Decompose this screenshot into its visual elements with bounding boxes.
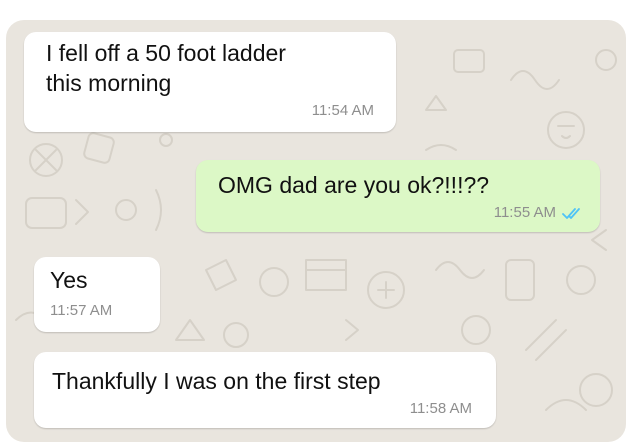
message-bubble-incoming[interactable]: Yes 11:57 AM xyxy=(34,257,160,332)
message-bubble-outgoing[interactable]: OMG dad are you ok?!!!?? 11:55 AM xyxy=(196,160,600,232)
message-text: OMG dad are you ok?!!!?? xyxy=(218,172,490,198)
read-double-check-icon xyxy=(562,208,580,219)
message-timestamp: 11:55 AM xyxy=(493,204,556,221)
message-timestamp: 11:54 AM xyxy=(311,102,374,119)
chat-conversation: I fell off a 50 foot ladder this morning… xyxy=(6,20,626,442)
message-text: Thankfully I was on the first step xyxy=(52,368,381,394)
message-bubble-incoming[interactable]: Thankfully I was on the first step 11:58… xyxy=(34,352,496,428)
message-text: I fell off a 50 foot ladder this morning xyxy=(46,40,286,96)
message-timestamp: 11:57 AM xyxy=(50,302,113,319)
message-bubble-incoming[interactable]: I fell off a 50 foot ladder this morning… xyxy=(24,32,396,132)
message-timestamp: 11:58 AM xyxy=(409,400,472,417)
message-text: Yes xyxy=(50,267,88,293)
